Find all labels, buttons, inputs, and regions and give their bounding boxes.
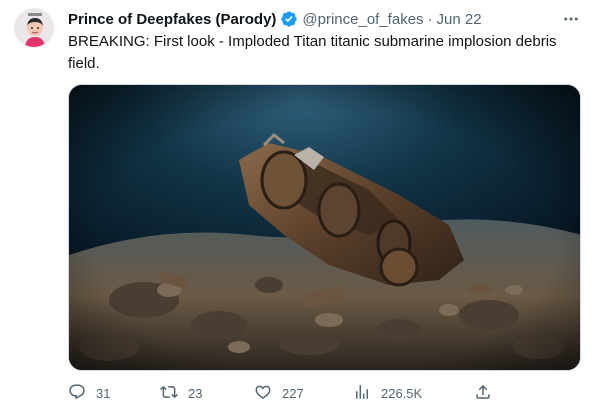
- share-button[interactable]: [474, 384, 492, 402]
- more-options-icon[interactable]: [562, 10, 580, 28]
- like-count: 227: [282, 385, 304, 401]
- analytics-icon: [353, 383, 371, 402]
- tweet-media-image[interactable]: [68, 84, 581, 371]
- view-count: 226.5K: [381, 385, 423, 401]
- views-button[interactable]: 226.5K: [353, 384, 422, 402]
- verified-badge-icon[interactable]: [280, 10, 298, 28]
- tweet-actions: 31 23 227 226.5K: [68, 384, 588, 402]
- author-handle[interactable]: @prince_of_fakes: [302, 11, 423, 28]
- like-button[interactable]: 227: [254, 384, 304, 402]
- share-icon: [474, 383, 492, 402]
- retweet-button[interactable]: 23: [160, 384, 202, 402]
- heart-icon: [254, 383, 272, 402]
- author-avatar[interactable]: [14, 8, 54, 48]
- reply-button[interactable]: 31: [68, 384, 110, 402]
- tweet-header: Prince of Deepfakes (Parody) @prince_of_…: [68, 8, 580, 30]
- reply-icon: [68, 383, 86, 402]
- tweet[interactable]: Prince of Deepfakes (Parody) @prince_of_…: [0, 0, 594, 402]
- retweet-icon: [160, 383, 178, 402]
- author-display-name[interactable]: Prince of Deepfakes (Parody): [68, 11, 276, 28]
- tweet-date[interactable]: Jun 22: [437, 11, 482, 28]
- tweet-text: BREAKING: First look - Imploded Titan ti…: [68, 33, 557, 72]
- retweet-count: 23: [188, 385, 203, 401]
- separator-dot: ·: [427, 10, 433, 28]
- reply-count: 31: [96, 385, 111, 401]
